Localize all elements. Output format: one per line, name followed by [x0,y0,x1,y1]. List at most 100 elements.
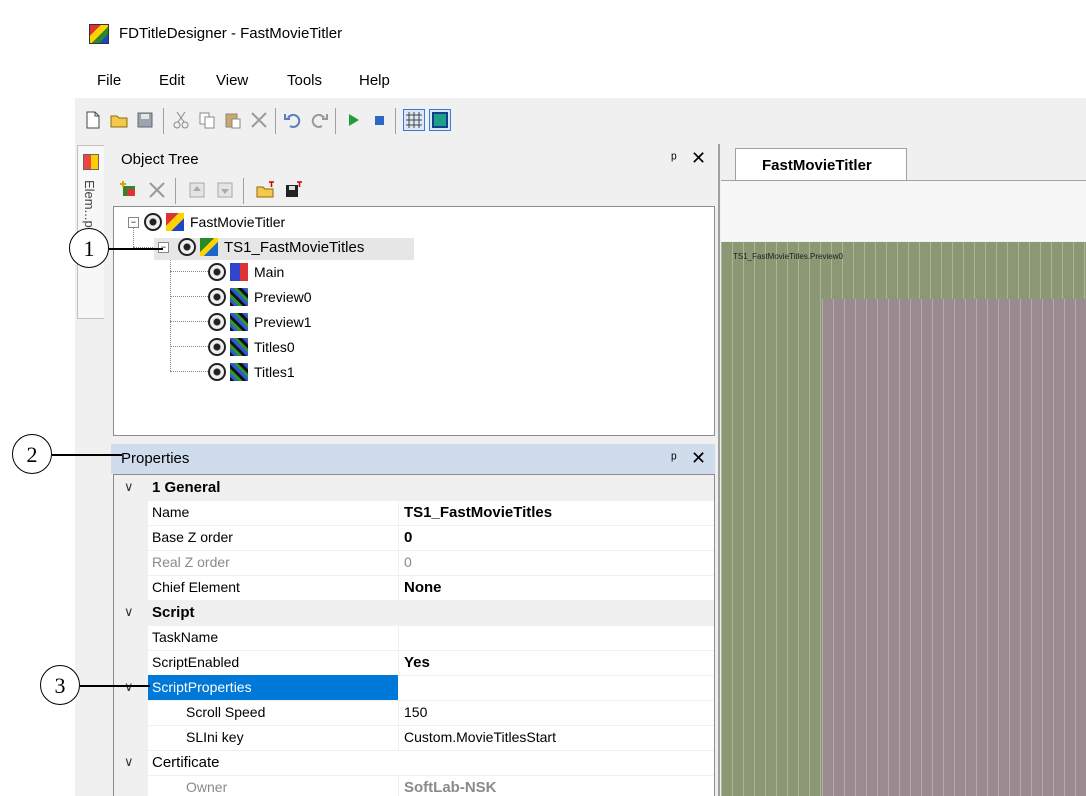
prop-name: Scroll Speed [186,704,266,720]
tree-node-ts1[interactable]: − TS1_FastMovieTitles [154,238,414,260]
visibility-eye-icon[interactable] [144,213,162,231]
callout-leader [80,685,150,687]
prop-name: TaskName [152,629,219,645]
category-label: Script [152,604,195,621]
prop-value[interactable]: 0 [404,529,412,546]
chevron-down-icon[interactable]: ∨ [124,754,134,770]
stop-icon[interactable] [369,110,389,130]
grid-icon[interactable] [403,109,425,131]
category-bg [114,600,714,625]
film-icon [230,363,248,381]
project-icon [166,213,184,231]
row-gutter [114,725,148,750]
move-up-icon[interactable] [187,180,207,200]
row-gutter [114,500,148,525]
open-template-icon[interactable] [255,180,275,200]
tree-node-label: Preview0 [254,289,312,305]
pin-icon[interactable]: ᵖ [671,150,677,167]
chevron-down-icon[interactable]: ∨ [124,679,134,695]
prop-value[interactable]: Custom.MovieTitlesStart [404,729,556,745]
visibility-eye-icon[interactable] [208,263,226,281]
canvas-margin [721,181,1086,241]
prop-value[interactable]: TS1_FastMovieTitles [404,504,552,521]
cut-icon[interactable] [171,110,191,130]
tree-node-label: Titles0 [254,339,295,355]
prop-row-real-z: Real Z order 0 [114,550,714,576]
prop-name: Base Z order [152,529,233,545]
prop-name: ScriptEnabled [152,654,240,670]
delete-icon[interactable] [249,110,269,130]
tree-node-root[interactable]: − FastMovieTitler [124,213,424,235]
menu-tools[interactable]: Tools [287,72,322,89]
category-label: Certificate [152,754,220,771]
visibility-eye-icon[interactable] [208,363,226,381]
title-bar[interactable]: FDTitleDesigner - FastMovieTitler [75,12,1086,60]
prop-row-scroll-speed[interactable]: Scroll Speed 150 [114,700,714,726]
redo-icon[interactable] [309,110,329,130]
prop-value[interactable]: Yes [404,654,430,671]
tree-node-label: Preview1 [254,314,312,330]
tree-node-preview1[interactable]: Preview1 [208,313,368,335]
menu-help[interactable]: Help [359,72,390,89]
prop-row-base-z[interactable]: Base Z order 0 [114,525,714,551]
category-general[interactable]: ∨ 1 General [114,475,714,501]
menu-view[interactable]: View [216,72,248,89]
design-canvas[interactable]: TS1_FastMovieTitles.Preview0 [721,242,1086,796]
app-icon [89,24,109,44]
category-script[interactable]: ∨ Script [114,600,714,626]
toolbar-separator [175,178,176,204]
close-icon[interactable]: ✕ [691,148,706,169]
add-element-icon[interactable] [119,180,139,200]
save-icon[interactable] [135,110,155,130]
prop-row-script-enabled[interactable]: ScriptEnabled Yes [114,650,714,676]
row-gutter [114,575,148,600]
prop-value[interactable]: 150 [404,704,427,720]
safe-area-icon[interactable] [429,109,451,131]
properties-panel: Properties ᵖ ✕ ∨ 1 General Name TS1_Fast… [111,444,715,796]
column-divider [398,700,399,725]
panel-splitter[interactable] [718,144,720,796]
prop-row-name[interactable]: Name TS1_FastMovieTitles [114,500,714,526]
prop-row-slini-key[interactable]: SLIni key Custom.MovieTitlesStart [114,725,714,751]
remove-element-icon[interactable] [147,180,167,200]
prop-row-taskname[interactable]: TaskName [114,625,714,651]
tree-node-preview0[interactable]: Preview0 [208,288,368,310]
preview-region[interactable] [822,299,1086,796]
menu-edit[interactable]: Edit [159,72,185,89]
category-label: 1 General [152,479,221,496]
save-template-icon[interactable] [283,180,303,200]
document-tab[interactable]: FastMovieTitler [735,148,907,181]
play-icon[interactable] [343,110,363,130]
tree-node-main[interactable]: Main [208,263,368,285]
prop-row-owner: Owner SoftLab-NSK [114,775,714,796]
visibility-eye-icon[interactable] [208,288,226,306]
close-icon[interactable]: ✕ [691,448,706,469]
pin-icon[interactable]: ᵖ [671,450,677,467]
tree-node-titles1[interactable]: Titles1 [208,363,368,385]
visibility-eye-icon[interactable] [178,238,196,256]
selected-property[interactable]: ScriptProperties [148,675,398,700]
tree-node-label: TS1_FastMovieTitles [224,239,365,256]
collapse-icon[interactable]: − [128,217,139,228]
elements-icon [83,154,99,170]
undo-icon[interactable] [283,110,303,130]
prop-row-script-properties[interactable]: ∨ ScriptProperties [114,675,714,701]
prop-value[interactable]: None [404,579,442,596]
visibility-eye-icon[interactable] [208,313,226,331]
move-down-icon[interactable] [215,180,235,200]
open-folder-icon[interactable] [109,110,129,130]
category-certificate[interactable]: ∨ Certificate [114,750,714,776]
new-file-icon[interactable] [83,110,103,130]
chevron-down-icon[interactable]: ∨ [124,479,134,495]
copy-icon[interactable] [197,110,217,130]
menu-file[interactable]: File [97,72,121,89]
row-gutter [114,550,148,575]
chevron-down-icon[interactable]: ∨ [124,604,134,620]
tree-node-label: FastMovieTitler [190,214,286,230]
paste-icon[interactable] [223,110,243,130]
callout-leader [52,454,122,456]
tree-node-titles0[interactable]: Titles0 [208,338,368,360]
prop-row-chief[interactable]: Chief Element None [114,575,714,601]
column-divider [398,575,399,600]
visibility-eye-icon[interactable] [208,338,226,356]
